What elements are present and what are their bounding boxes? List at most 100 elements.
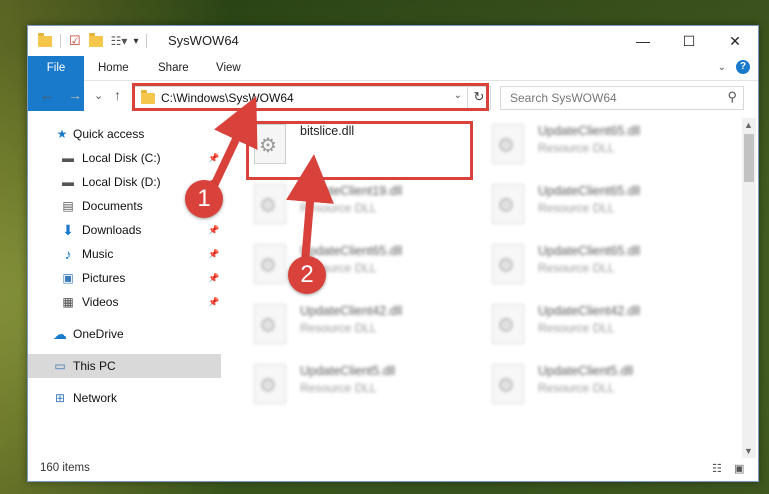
folder-icon bbox=[38, 32, 52, 47]
search-icon[interactable]: ⚲ bbox=[727, 89, 737, 105]
file-name: UpdateClient65.dll bbox=[538, 184, 641, 198]
dll-file-icon bbox=[492, 304, 524, 344]
details-view-icon[interactable]: ☷ bbox=[712, 462, 726, 475]
file-item[interactable]: UpdateClient42.dll Resource DLL bbox=[248, 298, 478, 353]
file-type: Resource DLL bbox=[538, 201, 615, 215]
search-input[interactable]: Search SysWOW64 ⚲ bbox=[500, 86, 744, 110]
sidebar-item-pictures[interactable]: ▣ Pictures 📌 bbox=[28, 266, 221, 290]
sidebar-item-label: Downloads bbox=[82, 223, 142, 237]
file-item[interactable]: UpdateClient5.dll Resource DLL bbox=[486, 358, 716, 413]
cloud-icon: ☁ bbox=[53, 325, 67, 342]
sidebar-item-quick-access[interactable]: ★ Quick access bbox=[28, 122, 221, 146]
large-icons-view-icon[interactable]: ▣ bbox=[734, 462, 748, 475]
sidebar-item-downloads[interactable]: ⬇ Downloads 📌 bbox=[28, 218, 221, 242]
maximize-button[interactable]: ☐ bbox=[666, 26, 712, 56]
toolbar-dropdown-icon[interactable]: ▾ bbox=[133, 36, 138, 47]
pin-icon: 📌 bbox=[208, 224, 220, 235]
address-highlight-box bbox=[132, 83, 489, 111]
step-1-badge: 1 bbox=[185, 180, 223, 218]
title-bar: ☑ ☷▾ ▾ SysWOW64 — ☐ ✕ bbox=[28, 26, 758, 56]
documents-icon: ▤ bbox=[62, 199, 74, 213]
new-folder-icon[interactable] bbox=[88, 32, 103, 47]
file-highlight-box bbox=[246, 121, 473, 180]
sidebar-item-music[interactable]: ♪ Music 📌 bbox=[28, 242, 221, 266]
file-name: UpdateClient19.dll bbox=[300, 184, 403, 198]
scrollbar-thumb[interactable] bbox=[744, 134, 754, 182]
recent-locations-button[interactable]: ⌄ bbox=[94, 89, 103, 102]
file-type: Resource DLL bbox=[538, 261, 615, 275]
drive-icon: ▬ bbox=[62, 151, 74, 165]
file-item[interactable]: UpdateClient65.dll Resource DLL bbox=[486, 238, 716, 293]
download-icon: ⬇ bbox=[62, 221, 74, 238]
file-type: Resource DLL bbox=[538, 381, 615, 395]
star-icon: ★ bbox=[56, 127, 68, 141]
file-name: UpdateClient5.dll bbox=[300, 364, 396, 378]
file-item[interactable]: UpdateClient42.dll Resource DLL bbox=[486, 298, 716, 353]
drive-icon: ▬ bbox=[62, 175, 74, 189]
sidebar-item-label: OneDrive bbox=[73, 327, 124, 341]
help-icon[interactable]: ? bbox=[736, 60, 750, 74]
music-icon: ♪ bbox=[64, 246, 72, 262]
sidebar-item-label: Local Disk (C:) bbox=[82, 151, 161, 165]
scroll-down-icon[interactable]: ▼ bbox=[744, 446, 753, 456]
file-item[interactable]: UpdateClient65.dll Resource DLL bbox=[248, 238, 478, 293]
minimize-button[interactable]: — bbox=[620, 26, 666, 56]
customize-toolbar-icon[interactable]: ☷▾ bbox=[111, 34, 128, 48]
status-bar: 160 items ☷ ▣ bbox=[28, 457, 758, 481]
ribbon-tabs: File Home Share View ⌄ ? bbox=[28, 56, 758, 111]
up-button[interactable]: ↑ bbox=[114, 87, 121, 103]
dll-file-icon bbox=[492, 244, 524, 284]
file-type: Resource DLL bbox=[300, 381, 377, 395]
sidebar-item-network[interactable]: ⊞ Network bbox=[28, 386, 221, 410]
file-name: UpdateClient65.dll bbox=[538, 124, 641, 138]
file-item[interactable]: UpdateClient65.dll Resource DLL bbox=[486, 178, 716, 233]
file-type: Resource DLL bbox=[300, 321, 377, 335]
file-item[interactable]: UpdateClient5.dll Resource DLL bbox=[248, 358, 478, 413]
item-count: 160 items bbox=[40, 462, 90, 474]
file-type: Resource DLL bbox=[538, 321, 615, 335]
file-name: UpdateClient65.dll bbox=[538, 244, 641, 258]
file-name: UpdateClient5.dll bbox=[538, 364, 634, 378]
tab-share[interactable]: Share bbox=[144, 56, 203, 80]
sidebar-item-videos[interactable]: ▦ Videos 📌 bbox=[28, 290, 221, 314]
vertical-scrollbar[interactable]: ▲ ▼ bbox=[742, 118, 756, 458]
sidebar-item-label: Network bbox=[73, 391, 118, 405]
dll-file-icon bbox=[492, 364, 524, 404]
pin-icon: 📌 bbox=[208, 152, 220, 163]
sidebar-item-label: Videos bbox=[82, 295, 119, 309]
dll-file-icon bbox=[254, 244, 286, 284]
network-icon: ⊞ bbox=[54, 391, 66, 405]
forward-button[interactable]: → bbox=[68, 87, 82, 103]
back-button[interactable]: ← bbox=[40, 87, 54, 103]
file-name: UpdateClient42.dll bbox=[300, 304, 403, 318]
file-type: Resource DLL bbox=[300, 201, 377, 215]
dll-file-icon bbox=[254, 304, 286, 344]
file-item[interactable]: UpdateClient19.dll Resource DLL bbox=[248, 178, 478, 233]
sidebar-item-label: This PC bbox=[73, 359, 116, 373]
scroll-up-icon[interactable]: ▲ bbox=[744, 120, 753, 130]
dll-file-icon bbox=[254, 364, 286, 404]
pin-icon: 📌 bbox=[208, 272, 220, 283]
file-name: UpdateClient42.dll bbox=[538, 304, 641, 318]
file-name: UpdateClient65.dll bbox=[300, 244, 403, 258]
properties-icon[interactable]: ☑ bbox=[69, 33, 81, 49]
expand-ribbon-icon[interactable]: ⌄ bbox=[718, 62, 726, 73]
pin-icon: 📌 bbox=[208, 296, 220, 307]
dll-file-icon bbox=[492, 184, 524, 224]
quick-access-toolbar: ☑ ☷▾ ▾ bbox=[38, 32, 148, 49]
search-placeholder: Search SysWOW64 bbox=[510, 91, 617, 105]
pin-icon: 📌 bbox=[208, 248, 220, 259]
sidebar-item-label: Quick access bbox=[73, 127, 145, 141]
sidebar-item-local-disk-c[interactable]: ▬ Local Disk (C:) 📌 bbox=[28, 146, 221, 170]
step-2-badge: 2 bbox=[288, 256, 326, 294]
videos-icon: ▦ bbox=[62, 295, 74, 309]
sidebar-item-onedrive[interactable]: ☁ OneDrive bbox=[28, 322, 221, 346]
navigation-pane: ★ Quick access ▬ Local Disk (C:) 📌 ▬ Loc… bbox=[28, 118, 223, 458]
tab-home[interactable]: Home bbox=[84, 56, 143, 80]
file-item[interactable]: UpdateClient65.dll Resource DLL bbox=[486, 118, 716, 173]
sidebar-item-label: Local Disk (D:) bbox=[82, 175, 161, 189]
tab-view[interactable]: View bbox=[202, 56, 255, 80]
sidebar-item-this-pc[interactable]: ▭ This PC bbox=[28, 354, 221, 378]
close-button[interactable]: ✕ bbox=[712, 26, 758, 56]
sidebar-item-label: Pictures bbox=[82, 271, 126, 285]
